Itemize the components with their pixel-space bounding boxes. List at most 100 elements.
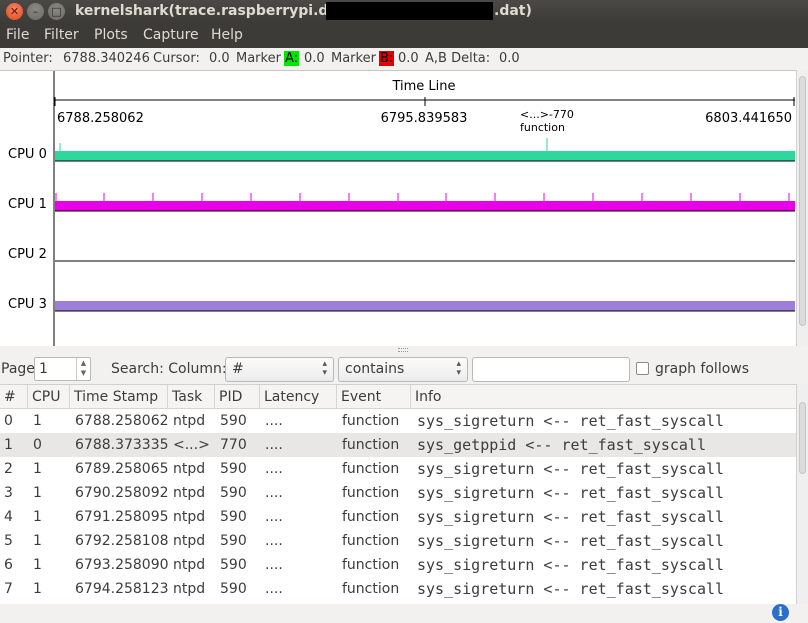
menu-file[interactable]: File	[6, 27, 29, 43]
page-spinbox[interactable]: 1 ▲ ▼	[34, 357, 91, 381]
cell-info: sys_sigreturn <-- ret_fast_syscall	[417, 460, 725, 478]
column-select[interactable]: # ▴ ▾	[225, 357, 334, 382]
cpu0-label: CPU 0	[8, 147, 47, 162]
cell-timestamp: 6790.258092	[75, 485, 169, 501]
search-input[interactable]	[472, 357, 630, 382]
col-header-info[interactable]: Info	[411, 385, 796, 409]
annotation-task: <...>-770	[520, 108, 574, 121]
cell-timestamp: 6794.258123	[75, 581, 169, 597]
pointer-info-bar: Pointer: 6788.340246 Cursor: 0.0 Marker …	[0, 48, 808, 70]
cell-event: function	[342, 581, 400, 597]
col-header-cpu[interactable]: CPU	[28, 385, 70, 409]
minimize-window-button[interactable]: –	[27, 3, 44, 20]
col-header-event[interactable]: Event	[337, 385, 411, 409]
menu-plots[interactable]: Plots	[94, 27, 128, 43]
cell-cpu: 1	[33, 461, 42, 477]
table-row[interactable]: 6 1 6793.258090 ntpd 590.... function sys_sigr…	[0, 553, 796, 577]
col-header-pid[interactable]: PID	[215, 385, 260, 409]
graph-scrollbar[interactable]	[796, 70, 808, 346]
search-toolbar: Page 1 ▲ ▼ Search: Column: # ▴ ▾ contains …	[0, 354, 808, 384]
cell-latency: ....	[265, 581, 283, 597]
table-row[interactable]: 5 1 6792.258108 ntpd 590.... function sys_sigr…	[0, 529, 796, 553]
close-window-button[interactable]: ✕	[6, 3, 23, 20]
cell-cpu: 0	[33, 437, 42, 453]
cell-pid: 590	[220, 557, 247, 573]
event-table: # CPU Time Stamp Task PID Latency Event …	[0, 384, 796, 604]
pane-splitter[interactable]	[0, 346, 808, 354]
delta-label: A,B Delta:	[425, 51, 491, 66]
page-label: Page	[1, 361, 35, 377]
col-header-task[interactable]: Task	[168, 385, 215, 409]
cell-task: ntpd	[173, 461, 206, 477]
redacted-block	[326, 2, 493, 20]
cell-index: 4	[4, 509, 13, 525]
cell-index: 0	[4, 413, 13, 429]
table-row[interactable]: 0 1 6788.258062 ntpd 590.... function sys_sigr…	[0, 409, 796, 433]
window-title-suffix: .dat)	[494, 3, 532, 19]
cell-pid: 770	[220, 437, 247, 453]
cpu1-bar	[55, 201, 795, 211]
col-header-latency[interactable]: Latency	[260, 385, 337, 409]
status-bar	[0, 604, 808, 623]
col-header-index[interactable]: #	[0, 385, 28, 409]
marker-a-label: Marker	[236, 51, 281, 66]
cell-latency: ....	[265, 557, 283, 573]
table-row[interactable]: 7 1 6794.258123 ntpd 590.... function sys_sigr…	[0, 577, 796, 601]
menu-help[interactable]: Help	[211, 27, 243, 43]
cell-event: function	[342, 461, 400, 477]
col-header-timestamp[interactable]: Time Stamp	[70, 385, 168, 409]
info-icon[interactable]: i	[772, 604, 789, 621]
cell-index: 2	[4, 461, 13, 477]
cell-event: function	[342, 485, 400, 501]
menu-filter[interactable]: Filter	[44, 27, 79, 43]
cell-latency: ....	[265, 533, 283, 549]
cell-timestamp: 6789.258065	[75, 461, 169, 477]
cell-timestamp: 6793.258090	[75, 557, 169, 573]
trace-graph[interactable]: Time Line 6788.258062 6795.839583 6803.4…	[0, 70, 796, 347]
graph-follows-checkbox[interactable]	[636, 362, 649, 375]
cell-latency: ....	[265, 437, 283, 453]
cell-info: sys_sigreturn <-- ret_fast_syscall	[417, 508, 725, 526]
title-bar: ✕ – □ kernelshark(trace.raspberrypi.dhcp…	[0, 0, 808, 24]
cell-pid: 590	[220, 533, 247, 549]
search-column-label: Search: Column:	[111, 361, 227, 377]
cell-info: sys_sigreturn <-- ret_fast_syscall	[417, 484, 725, 502]
table-row[interactable]: 1 0 6788.373335 <...> 770.... function sys_get…	[0, 433, 796, 457]
cell-latency: ....	[265, 461, 283, 477]
cell-timestamp: 6792.258108	[75, 533, 169, 549]
spin-arrows-icon[interactable]: ▲ ▼	[76, 358, 90, 380]
cell-index: 7	[4, 581, 13, 597]
cell-info: sys_getppid <-- ret_fast_syscall	[417, 436, 706, 454]
timeline-title: Time Line	[391, 79, 455, 94]
table-scrollbar[interactable]	[796, 384, 808, 604]
cell-cpu: 1	[33, 485, 42, 501]
close-icon: ✕	[9, 5, 20, 18]
window-title: kernelshark(trace.raspberrypi.dhcp.	[75, 3, 363, 19]
cpu1-ticks	[55, 193, 790, 201]
cell-latency: ....	[265, 485, 283, 501]
table-row[interactable]: 3 1 6790.258092 ntpd 590.... function sys_sigr…	[0, 481, 796, 505]
cell-task: ntpd	[173, 533, 206, 549]
cell-task: ntpd	[173, 509, 206, 525]
graph-scrollbar-thumb[interactable]	[799, 76, 806, 326]
cpu2-label: CPU 2	[8, 247, 47, 262]
annotation-event: function	[520, 121, 565, 134]
cell-pid: 590	[220, 485, 247, 501]
cell-info: sys_sigreturn <-- ret_fast_syscall	[417, 532, 725, 550]
table-header: # CPU Time Stamp Task PID Latency Event …	[0, 385, 796, 409]
table-row[interactable]: 4 1 6791.258095 ntpd 590.... function sys_sigr…	[0, 505, 796, 529]
page-value: 1	[39, 361, 48, 377]
menu-capture[interactable]: Capture	[143, 27, 199, 43]
cursor-value: 0.0	[209, 51, 230, 66]
table-scrollbar-thumb[interactable]	[799, 402, 806, 474]
cursor-label: Cursor:	[153, 51, 200, 66]
marker-b-tag: B:	[379, 51, 395, 66]
table-row[interactable]: 2 1 6789.258065 ntpd 590.... function sys_sigr…	[0, 457, 796, 481]
cell-cpu: 1	[33, 557, 42, 573]
timeline-canvas[interactable]: Time Line 6788.258062 6795.839583 6803.4…	[0, 71, 796, 347]
maximize-window-button[interactable]: □	[48, 3, 65, 20]
match-mode-select[interactable]: contains ▴ ▾	[338, 357, 468, 382]
splitter-grip[interactable]	[398, 348, 408, 352]
delta-value: 0.0	[499, 51, 520, 66]
marker-b-value: 0.0	[398, 51, 419, 66]
